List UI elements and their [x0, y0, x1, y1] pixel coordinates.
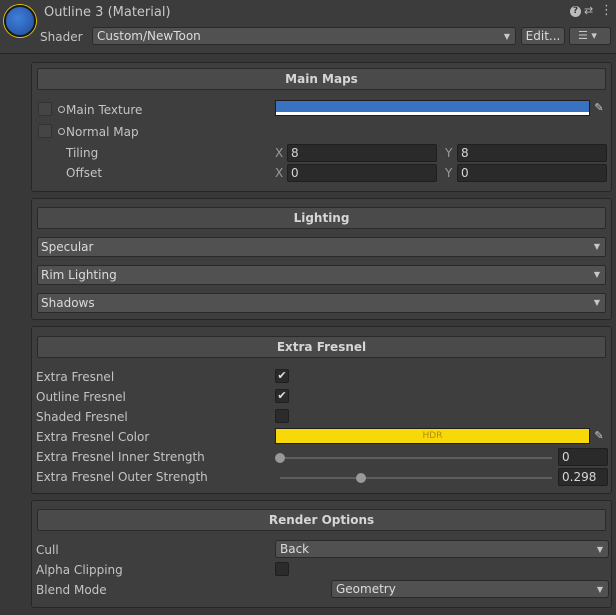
blend-mode-value: Geometry	[336, 582, 396, 596]
inner-strength-field[interactable]: 0	[558, 448, 608, 466]
chevron-down-icon: ▼	[503, 32, 510, 41]
edit-shader-button[interactable]: Edit...	[521, 27, 565, 45]
alpha-clipping-checkbox[interactable]	[275, 562, 289, 576]
chevron-down-icon: ▼	[596, 585, 603, 594]
main-texture-color-fill	[276, 101, 589, 112]
extra-fresnel-label: Extra Fresnel	[36, 370, 115, 384]
help-icon[interactable]: ?	[570, 6, 581, 17]
tiling-label: Tiling	[66, 146, 99, 160]
extra-fresnel-header[interactable]: Extra Fresnel	[37, 336, 606, 358]
foldout-label: Rim Lighting	[41, 268, 117, 282]
chevron-down-icon: ▼	[596, 545, 603, 554]
cull-value: Back	[280, 542, 310, 556]
main-texture-color[interactable]	[275, 100, 590, 116]
preset-icon[interactable]: ⇄	[584, 4, 593, 17]
shader-dropdown[interactable]: Custom/NewToon ▼	[92, 27, 516, 45]
tiling-x-axis: X	[275, 146, 284, 160]
render-options-header[interactable]: Render Options	[37, 509, 606, 531]
hdr-tag: HDR	[422, 431, 443, 441]
lighting-header[interactable]: Lighting	[37, 207, 606, 229]
offset-x-field[interactable]: 0	[287, 164, 437, 182]
main-maps-header[interactable]: Main Maps	[37, 68, 606, 90]
shaded-fresnel-checkbox[interactable]	[275, 409, 289, 423]
main-texture-label: Main Texture	[66, 103, 143, 117]
more-options-icon[interactable]: ⋮	[600, 3, 613, 18]
extra-fresnel-panel: Extra Fresnel Extra Fresnel ✔ Outline Fr…	[31, 326, 612, 494]
foldout-label: Shadows	[41, 296, 95, 310]
offset-y-field[interactable]: 0	[457, 164, 607, 182]
extra-fresnel-color-label: Extra Fresnel Color	[36, 430, 150, 444]
extra-fresnel-checkbox[interactable]: ✔	[275, 369, 289, 383]
list-options-button[interactable]: ☰ ▾	[569, 27, 611, 45]
lighting-panel: Lighting Specular ▼ Rim Lighting ▼ Shado…	[31, 198, 612, 320]
foldout-label: Specular	[41, 240, 94, 254]
main-texture-slot[interactable]	[38, 102, 52, 116]
outer-strength-slider-track[interactable]	[280, 477, 552, 479]
foldout-rim-lighting[interactable]: Rim Lighting ▼	[37, 265, 606, 285]
blend-mode-label: Blend Mode	[36, 583, 107, 597]
inner-strength-label: Extra Fresnel Inner Strength	[36, 450, 205, 464]
extra-fresnel-color-swatch[interactable]: HDR	[275, 428, 590, 444]
normal-map-slot[interactable]	[38, 124, 52, 138]
foldout-specular[interactable]: Specular ▼	[37, 237, 606, 257]
alpha-bar	[276, 112, 589, 115]
tiling-x-field[interactable]: 8	[287, 144, 437, 162]
alpha-clipping-label: Alpha Clipping	[36, 563, 123, 577]
inner-strength-slider-thumb[interactable]	[275, 453, 285, 463]
offset-y-axis: Y	[445, 166, 453, 180]
shader-label: Shader	[40, 30, 83, 44]
cull-dropdown[interactable]: Back ▼	[275, 540, 609, 558]
shaded-fresnel-label: Shaded Fresnel	[36, 410, 128, 424]
offset-x-axis: X	[275, 166, 284, 180]
tiling-y-field[interactable]: 8	[457, 144, 607, 162]
main-maps-panel: Main Maps Main Texture ✎ Normal Map Tili…	[31, 62, 612, 192]
outer-strength-field[interactable]: 0.298	[558, 468, 608, 486]
outer-strength-slider-thumb[interactable]	[356, 473, 367, 483]
left-gutter	[0, 55, 30, 615]
render-options-panel: Render Options Cull Back ▼ Alpha Clippin…	[31, 500, 612, 608]
inner-strength-slider-track[interactable]	[280, 457, 552, 459]
chevron-down-icon: ▼	[593, 242, 600, 251]
outline-fresnel-checkbox[interactable]: ✔	[275, 389, 289, 403]
inspector-header: Outline 3 (Material) ? ⇄ ⋮ Shader Custom…	[0, 0, 616, 54]
texture-bullet-icon	[58, 128, 65, 135]
normal-map-label: Normal Map	[66, 125, 139, 139]
tiling-y-axis: Y	[445, 146, 453, 160]
outer-strength-label: Extra Fresnel Outer Strength	[36, 470, 208, 484]
chevron-down-icon: ▼	[593, 270, 600, 279]
chevron-down-icon: ▼	[593, 298, 600, 307]
shader-value: Custom/NewToon	[97, 29, 201, 43]
outline-fresnel-label: Outline Fresnel	[36, 390, 126, 404]
texture-bullet-icon	[58, 106, 65, 113]
eyedropper-icon[interactable]: ✎	[591, 428, 607, 444]
material-sphere-icon	[4, 5, 36, 37]
offset-label: Offset	[66, 166, 103, 180]
foldout-shadows[interactable]: Shadows ▼	[37, 293, 606, 313]
material-title: Outline 3 (Material)	[44, 5, 171, 20]
blend-mode-dropdown[interactable]: Geometry ▼	[331, 580, 609, 598]
cull-label: Cull	[36, 543, 59, 557]
eyedropper-icon[interactable]: ✎	[591, 100, 607, 116]
